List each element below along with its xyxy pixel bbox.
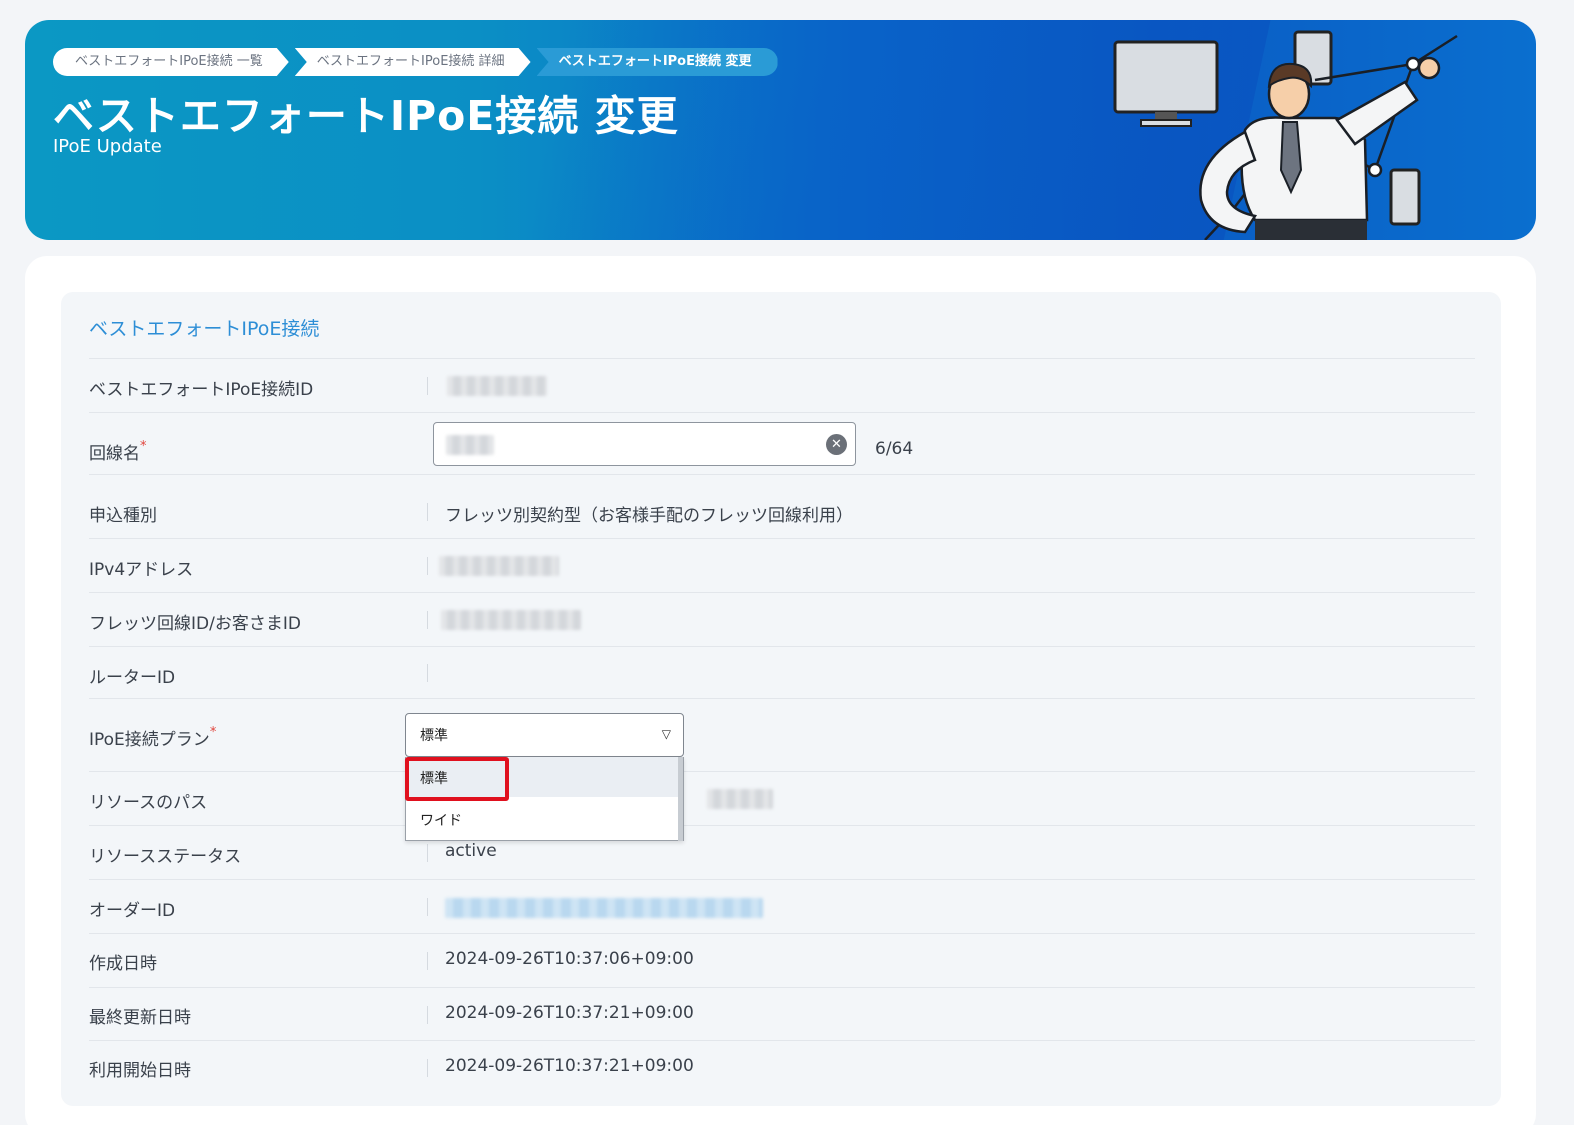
breadcrumb-item-current: ベストエフォートIPoE接続 変更: [536, 48, 778, 76]
dropdown-scrollbar[interactable]: [678, 757, 683, 841]
row-separator: [427, 844, 428, 862]
resource-path-value-redacted: [707, 789, 773, 809]
resource-path-label: リソースのパス: [89, 793, 208, 813]
flets-id-label: フレッツ回線ID/お客さまID: [89, 614, 301, 634]
ipoe-plan-dropdown: 標準 ワイド: [405, 757, 684, 841]
row-resource-path: リソースのパス: [89, 772, 1475, 826]
breadcrumb-item-list[interactable]: ベストエフォートIPoE接続 一覧: [53, 48, 289, 76]
resource-status-value: active: [445, 841, 497, 861]
row-separator: [427, 1006, 428, 1024]
ipoe-plan-label: IPoE接続プラン*: [89, 725, 217, 750]
row-separator: [427, 952, 428, 970]
row-router-id: ルーターID: [89, 647, 1475, 699]
started-at-value: 2024-09-26T10:37:21+09:00: [445, 1056, 694, 1076]
clear-icon[interactable]: ✕: [826, 434, 847, 455]
ipoe-plan-option-wide[interactable]: ワイド: [406, 799, 678, 839]
row-separator: [427, 377, 428, 395]
required-mark: *: [140, 439, 147, 454]
row-separator: [427, 1059, 428, 1077]
application-type-label: 申込種別: [89, 506, 157, 526]
required-mark: *: [209, 725, 217, 740]
row-ipv4: IPv4アドレス: [89, 539, 1475, 593]
connection-id-value-redacted: [447, 376, 547, 396]
router-id-label: ルーターID: [89, 668, 176, 688]
connection-id-label: ベストエフォートIPoE接続ID: [89, 380, 314, 400]
row-ipoe-plan: IPoE接続プラン*: [89, 699, 1475, 772]
updated-at-label: 最終更新日時: [89, 1008, 191, 1028]
row-separator: [427, 664, 428, 682]
section-title: ベストエフォートIPoE接続: [89, 318, 320, 340]
updated-at-value: 2024-09-26T10:37:21+09:00: [445, 1003, 694, 1023]
ipv4-value-redacted: [439, 556, 559, 576]
chevron-down-icon: ▽: [661, 727, 671, 741]
row-separator: [427, 898, 428, 916]
line-name-label: 回線名*: [89, 439, 147, 464]
row-separator: [427, 503, 428, 521]
row-started-at: 利用開始日時 2024-09-26T10:37:21+09:00: [89, 1041, 1475, 1095]
breadcrumb: ベストエフォートIPoE接続 一覧 ベストエフォートIPoE接続 詳細 ベストエ…: [53, 48, 784, 76]
page-title: ベストエフォートIPoE接続 変更: [53, 92, 679, 140]
row-connection-id: ベストエフォートIPoE接続ID: [89, 359, 1475, 413]
row-application-type: 申込種別 フレッツ別契約型（お客様手配のフレッツ回線利用）: [89, 475, 1475, 539]
line-name-char-counter: 6/64: [875, 439, 914, 459]
row-updated-at: 最終更新日時 2024-09-26T10:37:21+09:00: [89, 988, 1475, 1041]
order-id-label: オーダーID: [89, 901, 176, 921]
row-created-at: 作成日時 2024-09-26T10:37:06+09:00: [89, 934, 1475, 988]
ipoe-detail-panel: ベストエフォートIPoE接続 ベストエフォートIPoE接続ID 回線名* ✕ 6…: [61, 292, 1501, 1106]
resource-status-label: リソースステータス: [89, 847, 242, 867]
created-at-value: 2024-09-26T10:37:06+09:00: [445, 949, 694, 969]
order-id-link-redacted[interactable]: [445, 898, 763, 918]
row-flets-id: フレッツ回線ID/お客さまID: [89, 593, 1475, 647]
line-name-input[interactable]: ✕: [433, 422, 856, 466]
ipoe-plan-select[interactable]: 標準 ▽: [405, 713, 684, 757]
main-card: ベストエフォートIPoE接続 ベストエフォートIPoE接続ID 回線名* ✕ 6…: [25, 256, 1536, 1125]
page-subtitle: IPoE Update: [53, 136, 162, 157]
flets-id-value-redacted: [441, 610, 581, 630]
row-order-id: オーダーID: [89, 880, 1475, 934]
breadcrumb-item-detail[interactable]: ベストエフォートIPoE接続 詳細: [295, 48, 531, 76]
row-line-name: 回線名* ✕ 6/64: [89, 413, 1475, 475]
businessman-network-illustration: [1113, 30, 1458, 240]
application-type-value: フレッツ別契約型（お客様手配のフレッツ回線利用）: [445, 506, 853, 526]
created-at-label: 作成日時: [89, 954, 157, 974]
row-separator: [427, 557, 428, 575]
line-name-value-redacted: [446, 435, 494, 455]
ipoe-plan-selected-value: 標準: [420, 728, 448, 744]
page-header-banner: ベストエフォートIPoE接続 一覧 ベストエフォートIPoE接続 詳細 ベストエ…: [25, 20, 1536, 240]
started-at-label: 利用開始日時: [89, 1061, 191, 1081]
row-separator: [427, 611, 428, 629]
row-resource-status: リソースステータス active: [89, 826, 1475, 880]
ipoe-plan-option-standard[interactable]: 標準: [406, 757, 678, 797]
ipv4-label: IPv4アドレス: [89, 560, 194, 580]
